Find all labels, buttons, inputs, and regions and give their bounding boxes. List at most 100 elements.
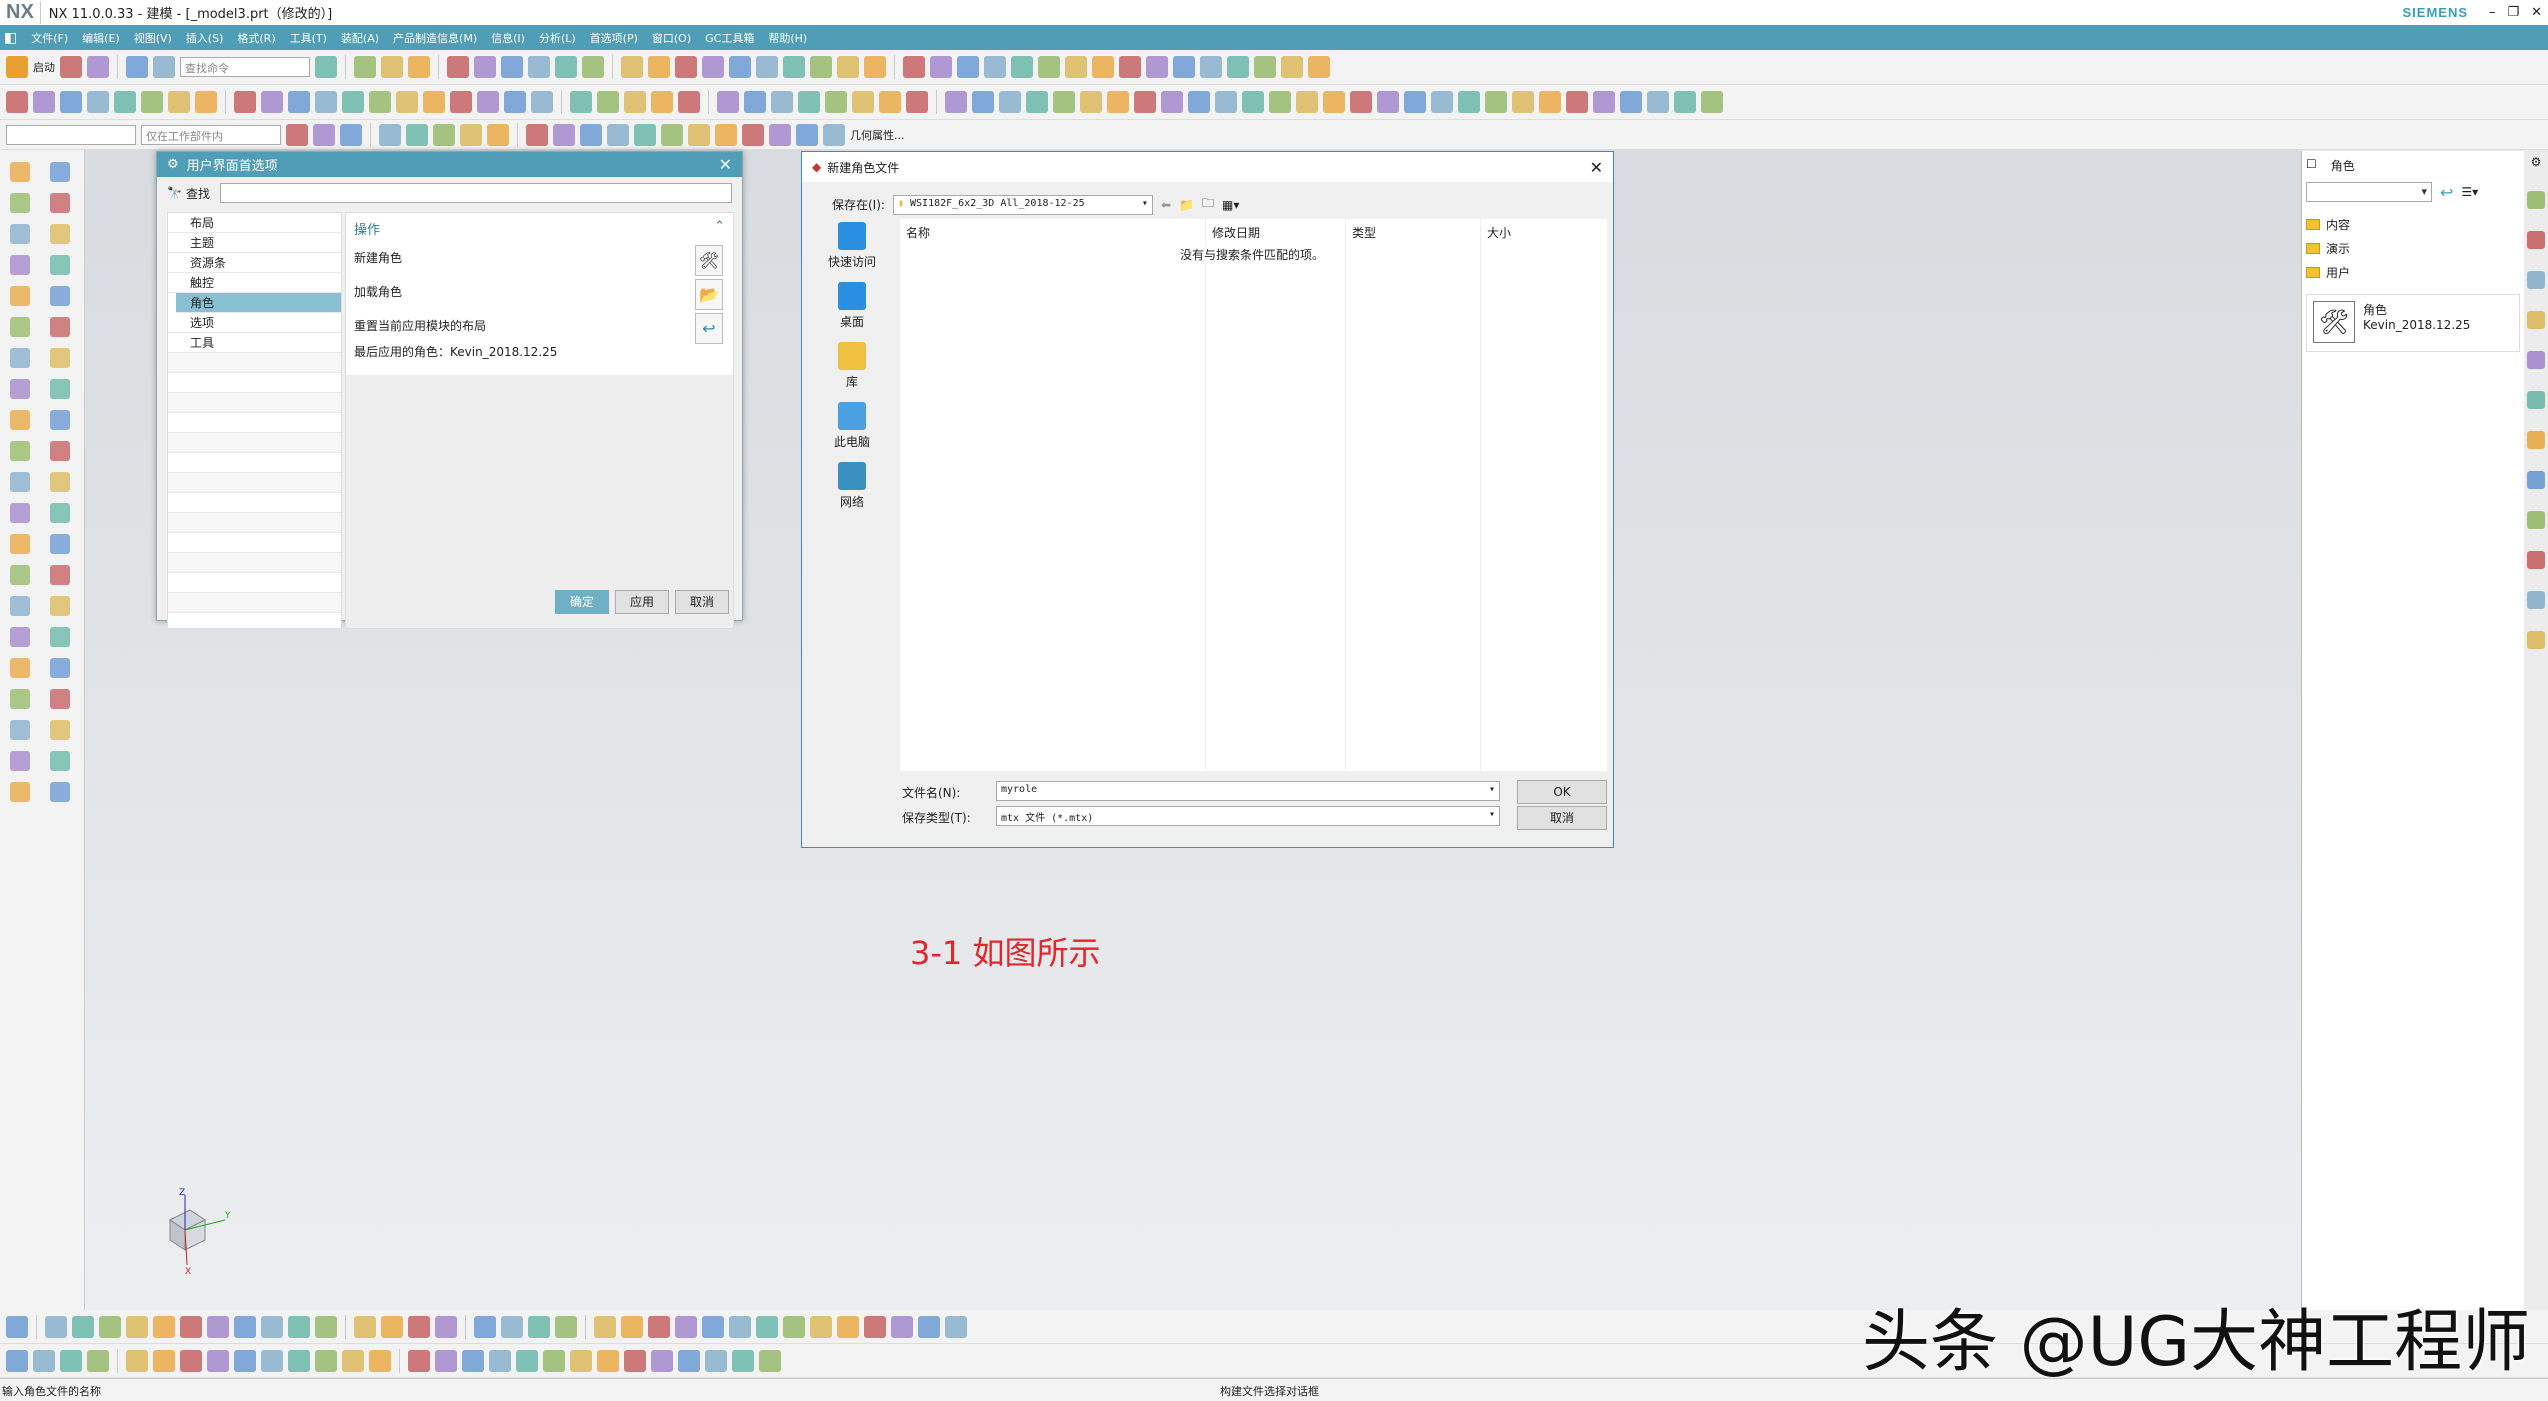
tool-icon[interactable] <box>10 627 30 647</box>
role-item[interactable]: 🛠 角色Kevin_2018.12.25 <box>2306 294 2520 352</box>
tool-icon[interactable] <box>60 1350 82 1372</box>
geometry-properties-button[interactable]: 几何属性... <box>850 127 905 143</box>
place-item[interactable]: 桌面 <box>812 282 892 330</box>
tool-icon[interactable] <box>570 1350 592 1372</box>
tool-icon[interactable] <box>87 91 109 113</box>
cancel-button[interactable]: 取消 <box>1517 806 1607 830</box>
tool-icon[interactable] <box>50 596 70 616</box>
view-menu-icon[interactable]: ▦▾ <box>1222 198 1239 212</box>
resource-tab-icon[interactable] <box>2527 271 2545 289</box>
minimize-button[interactable]: – <box>2489 5 2496 20</box>
tool-icon[interactable] <box>10 782 30 802</box>
tool-icon[interactable] <box>6 91 28 113</box>
tool-icon[interactable] <box>1254 56 1276 78</box>
tree-item[interactable]: 选项 <box>168 313 341 333</box>
menu-item[interactable]: 文件(F) <box>31 30 68 46</box>
tool-icon[interactable] <box>50 162 70 182</box>
tool-icon[interactable] <box>783 1316 805 1338</box>
up-folder-icon[interactable]: 📁 <box>1179 198 1194 212</box>
tool-icon[interactable] <box>553 124 575 146</box>
tool-icon[interactable] <box>234 91 256 113</box>
new-role-button[interactable]: 🛠 <box>695 245 723 276</box>
tool-icon[interactable] <box>6 1316 28 1338</box>
tree-item[interactable]: 工具 <box>168 333 341 353</box>
tool-icon[interactable] <box>87 56 109 78</box>
tool-icon[interactable] <box>180 1350 202 1372</box>
tool-icon[interactable] <box>447 56 469 78</box>
tool-icon[interactable] <box>50 782 70 802</box>
tool-icon[interactable] <box>759 1350 781 1372</box>
tool-icon[interactable] <box>433 124 455 146</box>
tool-icon[interactable] <box>906 91 928 113</box>
tool-icon[interactable] <box>489 1350 511 1372</box>
tool-icon[interactable] <box>1200 56 1222 78</box>
tool-icon[interactable] <box>729 56 751 78</box>
tool-icon[interactable] <box>10 162 30 182</box>
tool-icon[interactable] <box>864 1316 886 1338</box>
tool-icon[interactable] <box>526 124 548 146</box>
role-filter-select[interactable]: ▾ <box>2306 182 2432 202</box>
menu-item[interactable]: 插入(S) <box>186 30 224 46</box>
column-name[interactable]: 名称 <box>900 219 1205 771</box>
tool-icon[interactable] <box>10 596 30 616</box>
tool-icon[interactable] <box>555 56 577 78</box>
tool-icon[interactable] <box>114 91 136 113</box>
tool-icon[interactable] <box>435 1316 457 1338</box>
folder-item[interactable]: 用户 <box>2306 260 2520 284</box>
ok-button[interactable]: 确定 <box>555 590 609 614</box>
column-modified[interactable]: 修改日期 <box>1205 219 1345 771</box>
reset-layout-button[interactable]: ↩ <box>695 313 723 344</box>
tool-icon[interactable] <box>342 1350 364 1372</box>
tool-icon[interactable] <box>153 1316 175 1338</box>
load-role-button[interactable]: 📂 <box>695 279 723 310</box>
tool-icon[interactable] <box>756 56 778 78</box>
tool-icon[interactable] <box>742 124 764 146</box>
tool-icon[interactable] <box>10 193 30 213</box>
tool-icon[interactable] <box>234 1350 256 1372</box>
tool-icon[interactable] <box>50 193 70 213</box>
tool-icon[interactable] <box>796 124 818 146</box>
tool-icon[interactable] <box>1242 91 1264 113</box>
tool-icon[interactable] <box>340 124 362 146</box>
resource-tab-icon[interactable] <box>2527 551 2545 569</box>
tool-icon[interactable] <box>531 91 553 113</box>
column-type[interactable]: 类型 <box>1345 219 1480 771</box>
tool-icon[interactable] <box>474 56 496 78</box>
resource-tab-icon[interactable] <box>2527 311 2545 329</box>
file-list[interactable]: 名称 修改日期 类型 大小 没有与搜索条件匹配的项。 <box>900 219 1607 771</box>
tool-icon[interactable] <box>50 534 70 554</box>
type-filter-select[interactable] <box>6 125 136 145</box>
tool-icon[interactable] <box>1092 56 1114 78</box>
tool-icon[interactable] <box>661 124 683 146</box>
tool-icon[interactable] <box>810 1316 832 1338</box>
tool-icon[interactable] <box>288 1350 310 1372</box>
tool-icon[interactable] <box>381 56 403 78</box>
tool-icon[interactable] <box>1296 91 1318 113</box>
tool-icon[interactable] <box>423 91 445 113</box>
tool-icon[interactable] <box>10 348 30 368</box>
tool-icon[interactable] <box>528 56 550 78</box>
tool-icon[interactable] <box>930 56 952 78</box>
tool-icon[interactable] <box>207 1350 229 1372</box>
tool-icon[interactable] <box>10 224 30 244</box>
tool-icon[interactable] <box>288 1316 310 1338</box>
tool-icon[interactable] <box>678 91 700 113</box>
tool-icon[interactable] <box>501 1316 523 1338</box>
tool-icon[interactable] <box>999 91 1021 113</box>
tool-icon[interactable] <box>1161 91 1183 113</box>
tool-icon[interactable] <box>153 56 175 78</box>
tool-icon[interactable] <box>651 91 673 113</box>
tool-icon[interactable] <box>823 124 845 146</box>
tool-icon[interactable] <box>50 565 70 585</box>
tool-icon[interactable] <box>1404 91 1426 113</box>
tool-icon[interactable] <box>369 91 391 113</box>
tool-icon[interactable] <box>1323 91 1345 113</box>
tool-icon[interactable] <box>634 124 656 146</box>
tool-icon[interactable] <box>972 91 994 113</box>
save-in-select[interactable]: ▮ WSI182F_6x2_3D All_2018-12-25▾ <box>893 195 1153 215</box>
tool-icon[interactable] <box>477 91 499 113</box>
tool-icon[interactable] <box>1119 56 1141 78</box>
tool-icon[interactable] <box>1647 91 1669 113</box>
tool-icon[interactable] <box>675 1316 697 1338</box>
tool-icon[interactable] <box>180 1316 202 1338</box>
